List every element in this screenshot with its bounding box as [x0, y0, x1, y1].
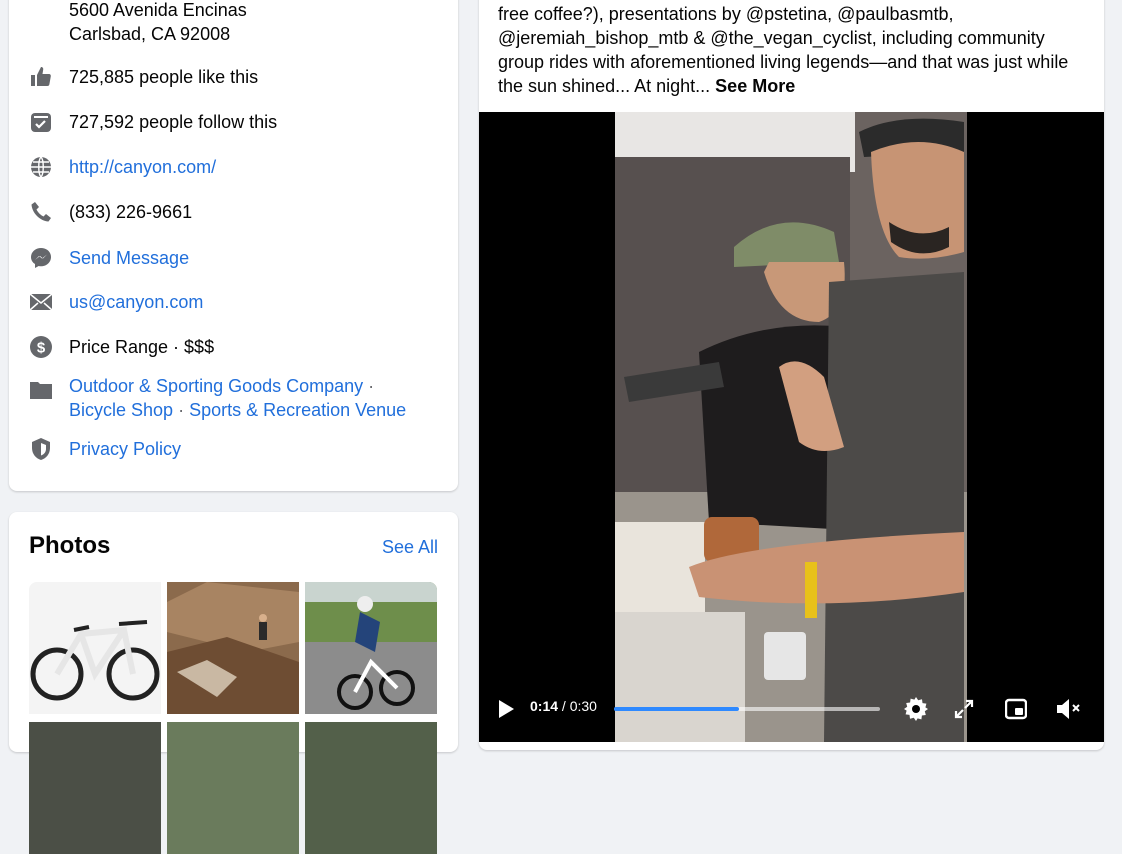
- play-icon[interactable]: [493, 696, 519, 722]
- picture-in-picture-icon[interactable]: [1003, 696, 1029, 722]
- video-player[interactable]: 0:14 / 0:30: [479, 112, 1104, 742]
- category-outdoor[interactable]: Outdoor & Sporting Goods Company: [69, 376, 363, 396]
- total-time: / 0:30: [558, 698, 597, 714]
- mute-icon[interactable]: [1056, 696, 1082, 722]
- website-link[interactable]: http://canyon.com/: [69, 155, 216, 179]
- likes-count: 725,885 people like this: [69, 67, 259, 87]
- privacy-row: Privacy Policy: [29, 437, 181, 461]
- video-time: 0:14 / 0:30: [530, 698, 597, 714]
- price-range: Price Range · $$$: [69, 337, 215, 357]
- folder-icon: [29, 378, 53, 402]
- address-line-1: 5600 Avenida Encinas: [69, 0, 247, 20]
- message-row: Send Message: [29, 246, 189, 270]
- privacy-policy-link[interactable]: Privacy Policy: [69, 437, 181, 461]
- see-more-link[interactable]: See More: [715, 76, 795, 96]
- follow-check-icon: [29, 110, 53, 134]
- video-progress-bar[interactable]: [614, 707, 880, 711]
- video-progress-fill: [614, 707, 740, 711]
- price-row: $ Price Range · $$$: [29, 335, 214, 359]
- photo-thumbnail[interactable]: [167, 582, 299, 714]
- phone-row: (833) 226-9661: [29, 200, 192, 224]
- thumbs-up-icon: [29, 65, 53, 89]
- about-card: 5600 Avenida Encinas Carlsbad, CA 92008 …: [9, 0, 458, 491]
- messenger-icon: [29, 246, 53, 270]
- current-time: 0:14: [530, 698, 559, 714]
- photo-thumbnail[interactable]: [305, 582, 437, 714]
- settings-gear-icon[interactable]: [903, 696, 929, 722]
- category-bicycle-shop[interactable]: Bicycle Shop: [69, 400, 173, 420]
- shield-icon: [29, 437, 53, 461]
- photos-card: Photos See All: [9, 512, 458, 854]
- category-sports-venue[interactable]: Sports & Recreation Venue: [189, 400, 406, 420]
- svg-text:$: $: [37, 340, 46, 357]
- follows-row: 727,592 people follow this: [29, 110, 277, 134]
- phone-number[interactable]: (833) 226-9661: [69, 200, 192, 224]
- envelope-icon: [29, 290, 53, 314]
- website-row: http://canyon.com/: [29, 155, 216, 179]
- email-row: us@canyon.com: [29, 290, 203, 314]
- fullscreen-icon[interactable]: [951, 696, 977, 722]
- follows-count: 727,592 people follow this: [69, 112, 278, 132]
- dollar-icon: $: [29, 335, 53, 359]
- category-row: Outdoor & Sporting Goods Company · Bicyc…: [29, 374, 429, 422]
- email-link[interactable]: us@canyon.com: [69, 290, 203, 314]
- post-card: free coffee?), presentations by @pstetin…: [479, 0, 1104, 750]
- address-line-2: Carlsbad, CA 92008: [69, 24, 231, 44]
- video-frame: [479, 112, 1104, 742]
- video-controls: 0:14 / 0:30: [479, 682, 1104, 742]
- globe-icon: [29, 155, 53, 179]
- photo-thumbnail[interactable]: [29, 582, 161, 714]
- photos-see-all-link[interactable]: See All: [382, 537, 438, 558]
- photos-title: Photos: [29, 532, 111, 559]
- phone-icon: [29, 200, 53, 224]
- post-text: free coffee?), presentations by @pstetin…: [498, 2, 1088, 98]
- address: 5600 Avenida Encinas Carlsbad, CA 92008: [29, 0, 247, 46]
- likes-row: 725,885 people like this: [29, 65, 258, 89]
- send-message-link[interactable]: Send Message: [69, 246, 189, 270]
